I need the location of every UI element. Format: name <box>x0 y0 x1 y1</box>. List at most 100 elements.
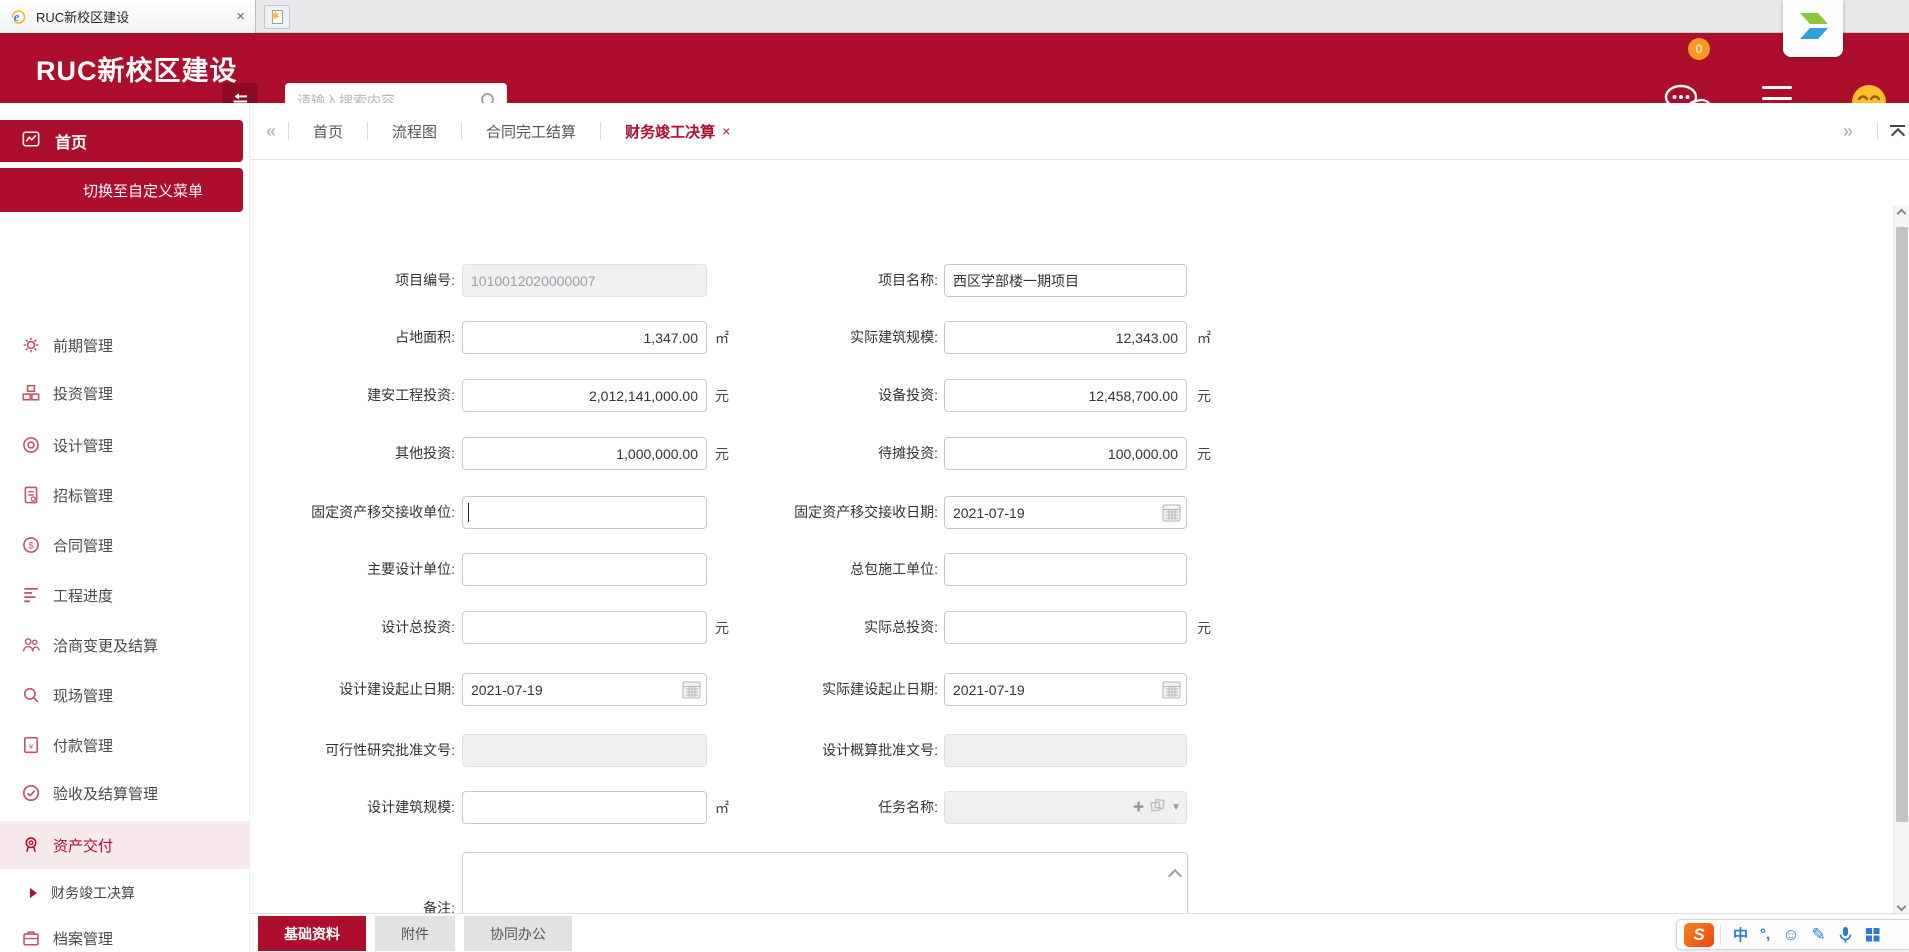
asset-transfer-date-input[interactable] <box>944 496 1187 529</box>
field-label: 设计建筑规模: <box>250 791 455 824</box>
design-period-input[interactable] <box>462 673 707 706</box>
triangle-right-icon <box>30 888 37 898</box>
amortized-investment-input[interactable] <box>944 437 1187 470</box>
design-total-investment-input[interactable] <box>462 611 707 644</box>
ime-keyboard-icon[interactable] <box>1865 927 1880 942</box>
sidebar-item-label: 首页 <box>55 129 87 153</box>
new-tab-button[interactable]: ✱ <box>264 5 290 29</box>
browser-tab-bar: e RUC新校区建设 × ✱ <box>0 0 1909 33</box>
field-label: 设计建设起止日期: <box>250 673 455 706</box>
sidebar-item-progress[interactable]: 工程进度 <box>0 580 250 610</box>
actual-period-input[interactable] <box>944 673 1187 706</box>
sidebar-item-home[interactable]: 首页 <box>0 120 243 162</box>
browser-tab-close-icon[interactable]: × <box>236 9 245 24</box>
tab-close-icon[interactable]: × <box>722 123 730 139</box>
sidebar-item-design[interactable]: 设计管理 <box>0 430 250 460</box>
scroll-down-arrow-icon[interactable] <box>1897 902 1907 912</box>
add-task-icon[interactable]: + <box>1133 798 1144 817</box>
sidebar-item-archives[interactable]: 档案管理 <box>0 923 250 952</box>
sidebar-item-negotiation[interactable]: 洽商变更及结算 <box>0 630 250 660</box>
sidebar-item-asset-delivery[interactable]: 资产交付 <box>0 821 250 869</box>
vertical-scrollbar[interactable] <box>1893 205 1909 915</box>
sidebar-item-acceptance[interactable]: 验收及结算管理 <box>0 778 250 808</box>
project-code-input <box>462 264 707 297</box>
svg-text:e: e <box>14 9 20 24</box>
sidebar-item-site[interactable]: 现场管理 <box>0 680 250 710</box>
calendar-icon[interactable] <box>1161 502 1182 523</box>
field-label: 其他投资: <box>250 437 455 470</box>
field-label: 建安工程投资: <box>250 379 455 412</box>
ime-emoji-icon[interactable]: ☺ <box>1782 925 1799 945</box>
design-estimate-no-input <box>944 734 1187 767</box>
basic-info-form: 项目编号: 项目名称: 占地面积: ㎡ 实际建筑规模: ㎡ 建安工程投资: 元 … <box>250 160 1909 913</box>
asset-transfer-unit-input[interactable] <box>462 496 707 529</box>
construction-investment-input[interactable] <box>462 379 707 412</box>
app-header: RUC新校区建设 <box>0 33 1909 103</box>
equipment-investment-input[interactable] <box>944 379 1187 412</box>
blocks-icon <box>22 384 40 402</box>
app-screen: e RUC新校区建设 × ✱ RUC新校区建设 <box>0 0 1909 952</box>
field-label: 占地面积: <box>250 321 455 354</box>
field-label: 实际建设起止日期: <box>700 673 938 706</box>
tab-contract-settlement[interactable]: 合同完工结算 <box>462 121 600 142</box>
bottom-tab-collaboration[interactable]: 协同办公 <box>464 916 572 951</box>
svg-text:$: $ <box>28 540 33 550</box>
new-page-icon: ✱ <box>272 10 283 24</box>
target-icon <box>22 436 40 454</box>
switch-custom-menu-button[interactable]: 切换至自定义菜单 <box>0 168 243 212</box>
field-label: 固定资产移交接收单位: <box>250 496 455 529</box>
calendar-icon[interactable] <box>681 679 702 700</box>
text-caret <box>468 503 469 522</box>
tabs-scroll-right-icon[interactable]: » <box>1827 121 1865 142</box>
browser-tab[interactable]: e RUC新校区建设 × <box>0 0 256 33</box>
actual-build-scale-input[interactable] <box>944 321 1187 354</box>
bottom-tab-bar: 基础资料 附件 协同办公 <box>250 913 1909 952</box>
progress-bars-icon <box>22 586 40 604</box>
dropdown-arrow-icon[interactable]: ▼ <box>1171 802 1181 813</box>
general-contractor-input[interactable] <box>944 553 1187 586</box>
tab-flowchart[interactable]: 流程图 <box>368 121 461 142</box>
message-count-badge: 0 <box>1688 38 1710 60</box>
tab-home[interactable]: 首页 <box>289 121 367 142</box>
tab-financial-settlement[interactable]: 财务竣工决算 × <box>601 121 754 142</box>
bottom-tab-attachments[interactable]: 附件 <box>375 916 455 951</box>
stacked-cards-icon[interactable] <box>1150 798 1165 818</box>
document-icon <box>22 486 40 504</box>
project-name-input[interactable] <box>944 264 1187 297</box>
scroll-up-arrow-icon[interactable] <box>1897 209 1907 219</box>
field-label: 实际建筑规模: <box>700 321 938 354</box>
sidebar-item-contract[interactable]: $ 合同管理 <box>0 530 250 560</box>
bottom-tab-basic-info[interactable]: 基础资料 <box>258 916 366 951</box>
ime-language-button[interactable]: 中 <box>1733 924 1748 945</box>
tabs-scroll-left-icon[interactable]: « <box>250 121 288 142</box>
sidebar-item-investment[interactable]: 投资管理 <box>0 378 250 408</box>
sidebar-item-preliminary[interactable]: 前期管理 <box>0 330 250 360</box>
sidebar: 首页 切换至自定义菜单 前期管理 投资管理 设计管理 招标管理 <box>0 103 250 952</box>
payment-doc-icon: ¥ <box>22 736 40 754</box>
field-label: 任务名称: <box>700 791 938 824</box>
people-icon <box>22 636 40 654</box>
sidebar-subitem-financial-settlement[interactable]: 财务竣工决算 <box>0 878 250 908</box>
ime-pencil-icon[interactable]: ✎ <box>1812 925 1826 945</box>
land-area-input[interactable] <box>462 321 707 354</box>
actual-total-investment-input[interactable] <box>944 611 1187 644</box>
field-label: 项目名称: <box>700 264 938 297</box>
magnifier-icon <box>22 686 40 704</box>
line-chart-icon <box>22 130 40 153</box>
floating-tool-logo[interactable] <box>1783 0 1843 57</box>
field-label: 设备投资: <box>700 379 938 412</box>
medal-icon <box>22 836 40 854</box>
scrollbar-thumb[interactable] <box>1896 227 1908 822</box>
ime-punctuation-button[interactable]: °, <box>1760 926 1770 943</box>
calendar-icon[interactable] <box>1161 679 1182 700</box>
app-logo: RUC新校区建设 <box>36 33 238 103</box>
other-investment-input[interactable] <box>462 437 707 470</box>
main-design-unit-input[interactable] <box>462 553 707 586</box>
unit-label: ㎡ <box>1197 321 1211 354</box>
sogou-logo-icon[interactable]: S <box>1684 923 1714 947</box>
design-build-scale-input[interactable] <box>462 791 707 824</box>
sidebar-item-payment[interactable]: ¥ 付款管理 <box>0 730 250 760</box>
collapse-panel-icon[interactable] <box>1890 125 1905 138</box>
sidebar-item-bidding[interactable]: 招标管理 <box>0 480 250 510</box>
ime-microphone-icon[interactable] <box>1838 926 1853 944</box>
